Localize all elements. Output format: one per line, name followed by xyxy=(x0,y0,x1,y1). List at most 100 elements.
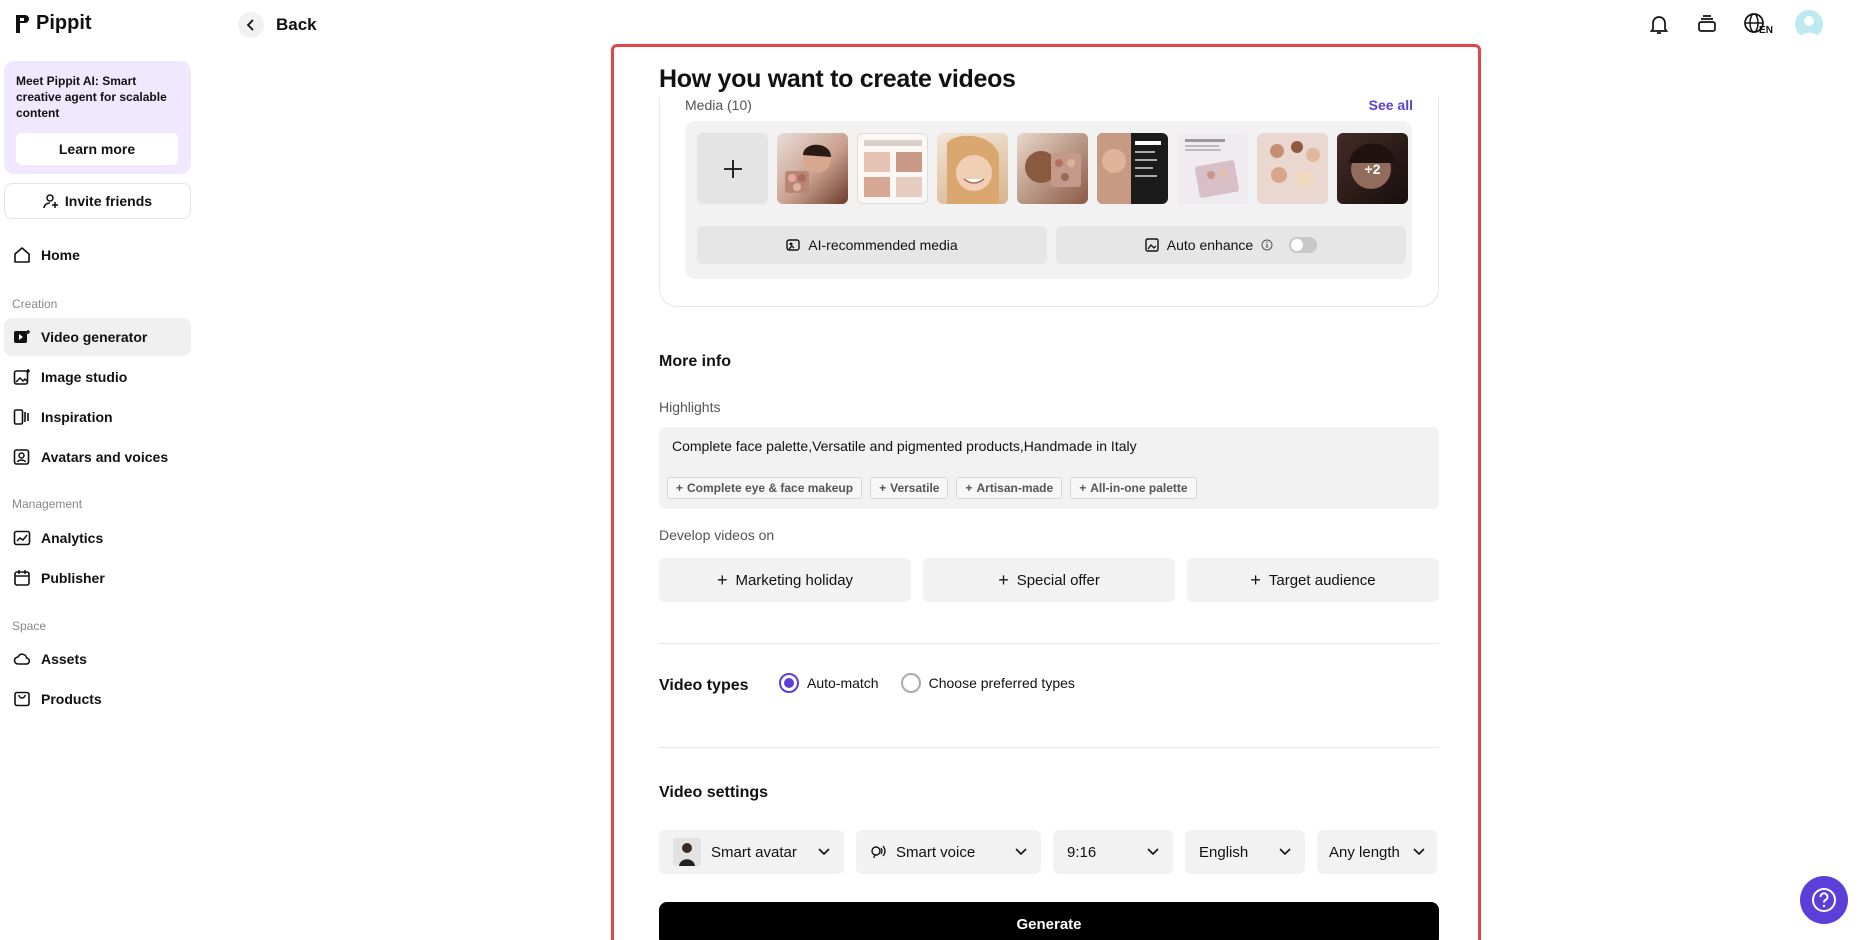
pippit-logo-icon xyxy=(16,14,29,33)
section-label-creation: Creation xyxy=(12,297,58,311)
cloud-icon xyxy=(13,653,31,665)
sidebar-item-inspiration[interactable]: Inspiration xyxy=(4,398,191,436)
media-box: +2 AI-recommended media Auto enhance xyxy=(685,121,1412,279)
sidebar-item-label: Analytics xyxy=(41,530,104,546)
preferred-types-radio[interactable]: Choose preferred types xyxy=(900,673,1075,693)
page-title: How you want to create videos xyxy=(659,65,1016,93)
highlights-input[interactable]: Complete face palette,Versatile and pigm… xyxy=(659,427,1439,509)
media-count-label: Media (10) xyxy=(685,97,752,113)
media-thumbnail[interactable] xyxy=(857,133,928,204)
info-icon[interactable] xyxy=(1261,239,1273,251)
media-card: Media (10) See all +2 AI-recommended med… xyxy=(659,97,1439,307)
video-types-title: Video types xyxy=(659,677,749,694)
generate-button[interactable]: Generate xyxy=(659,902,1439,940)
ai-recommended-media-button[interactable]: AI-recommended media xyxy=(697,226,1047,264)
media-thumbnail[interactable] xyxy=(1017,133,1088,204)
video-settings: Smart avatar Smart voice 9:16 English An… xyxy=(659,830,1437,874)
promo-text: Meet Pippit AI: Smart creative agent for… xyxy=(16,74,167,120)
stack-icon[interactable] xyxy=(1693,10,1721,38)
sidebar-item-home[interactable]: Home xyxy=(4,236,191,274)
sidebar-item-analytics[interactable]: Analytics xyxy=(4,519,191,557)
highlight-chip[interactable]: + Complete eye & face makeup xyxy=(667,477,863,499)
plus-icon: + xyxy=(676,481,684,495)
app-name: Pippit xyxy=(36,12,92,34)
avatar-thumbnail xyxy=(673,838,701,866)
learn-more-button[interactable]: Learn more xyxy=(16,133,178,165)
highlight-chip[interactable]: + All-in-one palette xyxy=(1070,477,1197,499)
media-thumbnail[interactable] xyxy=(1177,133,1248,204)
product-box-icon xyxy=(14,691,30,707)
target-audience-button[interactable]: + Target audience xyxy=(1187,558,1439,602)
help-icon xyxy=(1812,888,1836,912)
image-studio-icon xyxy=(13,369,30,385)
home-icon xyxy=(14,247,30,263)
chevron-down-icon xyxy=(818,848,830,856)
bell-icon[interactable] xyxy=(1645,10,1673,38)
chevron-down-icon xyxy=(1279,848,1291,856)
video-generator-icon xyxy=(14,330,30,343)
back-button[interactable]: Back xyxy=(238,12,317,38)
radio-unselected-icon xyxy=(900,673,921,693)
analytics-icon xyxy=(13,530,31,546)
sidebar-item-label: Avatars and voices xyxy=(41,449,169,465)
auto-enhance-toggle[interactable] xyxy=(1289,237,1318,253)
sidebar-item-publisher[interactable]: Publisher xyxy=(4,559,191,597)
length-select[interactable]: Any length xyxy=(1317,830,1437,874)
language-globe-icon[interactable]: EN xyxy=(1741,10,1775,38)
section-label-space: Space xyxy=(12,619,47,633)
video-types-options: Auto-match Choose preferred types xyxy=(779,673,1075,693)
voice-select[interactable]: Smart voice xyxy=(856,830,1041,874)
sidebar-item-label: Assets xyxy=(41,651,87,667)
sidebar-item-products[interactable]: Products xyxy=(4,680,191,718)
more-info-title: More info xyxy=(659,353,731,370)
aspect-ratio-select[interactable]: 9:16 xyxy=(1053,830,1173,874)
auto-match-radio[interactable]: Auto-match xyxy=(779,673,879,693)
plus-icon: + xyxy=(1079,481,1087,495)
sidebar-item-label: Home xyxy=(41,247,80,263)
chevron-left-icon xyxy=(238,12,264,38)
marketing-holiday-button[interactable]: + Marketing holiday xyxy=(659,558,911,602)
inspiration-icon xyxy=(13,409,29,425)
more-media-count: +2 xyxy=(1337,133,1408,204)
sidebar: Pippit Meet Pippit AI: Smart creative ag… xyxy=(0,0,196,940)
help-button[interactable] xyxy=(1800,876,1848,924)
sidebar-item-label: Inspiration xyxy=(41,409,113,425)
create-videos-panel: How you want to create videos Media (10)… xyxy=(611,44,1481,940)
add-media-button[interactable] xyxy=(697,133,768,204)
sidebar-item-video-generator[interactable]: Video generator xyxy=(4,318,191,356)
auto-enhance-control: Auto enhance xyxy=(1056,226,1406,264)
auto-enhance-label: Auto enhance xyxy=(1166,237,1254,253)
highlight-chip[interactable]: + Versatile xyxy=(870,477,949,499)
divider xyxy=(659,747,1439,748)
chevron-down-icon xyxy=(1015,848,1027,856)
video-settings-title: Video settings xyxy=(659,784,769,801)
highlight-chip[interactable]: + Artisan-made xyxy=(956,477,1063,499)
media-thumbnails: +2 xyxy=(697,133,1408,204)
media-thumbnail[interactable]: +2 xyxy=(1337,133,1408,204)
media-thumbnail[interactable] xyxy=(777,133,848,204)
avatar-select[interactable]: Smart avatar xyxy=(659,830,844,874)
sidebar-item-assets[interactable]: Assets xyxy=(4,640,191,678)
promo-card: Meet Pippit AI: Smart creative agent for… xyxy=(4,61,191,174)
divider xyxy=(659,643,1439,644)
special-offer-button[interactable]: + Special offer xyxy=(923,558,1175,602)
highlight-chips: + Complete eye & face makeup + Versatile +… xyxy=(667,477,1197,499)
top-icons: EN xyxy=(1645,10,1823,38)
language-code: EN xyxy=(1759,24,1773,36)
highlights-label: Highlights xyxy=(659,399,721,415)
media-actions: AI-recommended media Auto enhance xyxy=(697,226,1406,264)
sidebar-item-image-studio[interactable]: Image studio xyxy=(4,358,191,396)
back-label: Back xyxy=(276,15,317,34)
highlights-text: Complete face palette,Versatile and pigm… xyxy=(672,438,1137,454)
invite-friends-button[interactable]: Invite friends xyxy=(4,183,191,219)
media-thumbnail[interactable] xyxy=(1097,133,1168,204)
user-avatar[interactable] xyxy=(1795,10,1823,38)
media-thumbnail[interactable] xyxy=(1257,133,1328,204)
section-label-management: Management xyxy=(12,497,83,511)
sidebar-item-label: Video generator xyxy=(41,329,148,345)
language-select[interactable]: English xyxy=(1185,830,1305,874)
see-all-link[interactable]: See all xyxy=(1369,97,1413,113)
app-logo[interactable]: Pippit xyxy=(14,12,92,35)
media-thumbnail[interactable] xyxy=(937,133,1008,204)
sidebar-item-avatars-voices[interactable]: Avatars and voices xyxy=(4,438,191,476)
